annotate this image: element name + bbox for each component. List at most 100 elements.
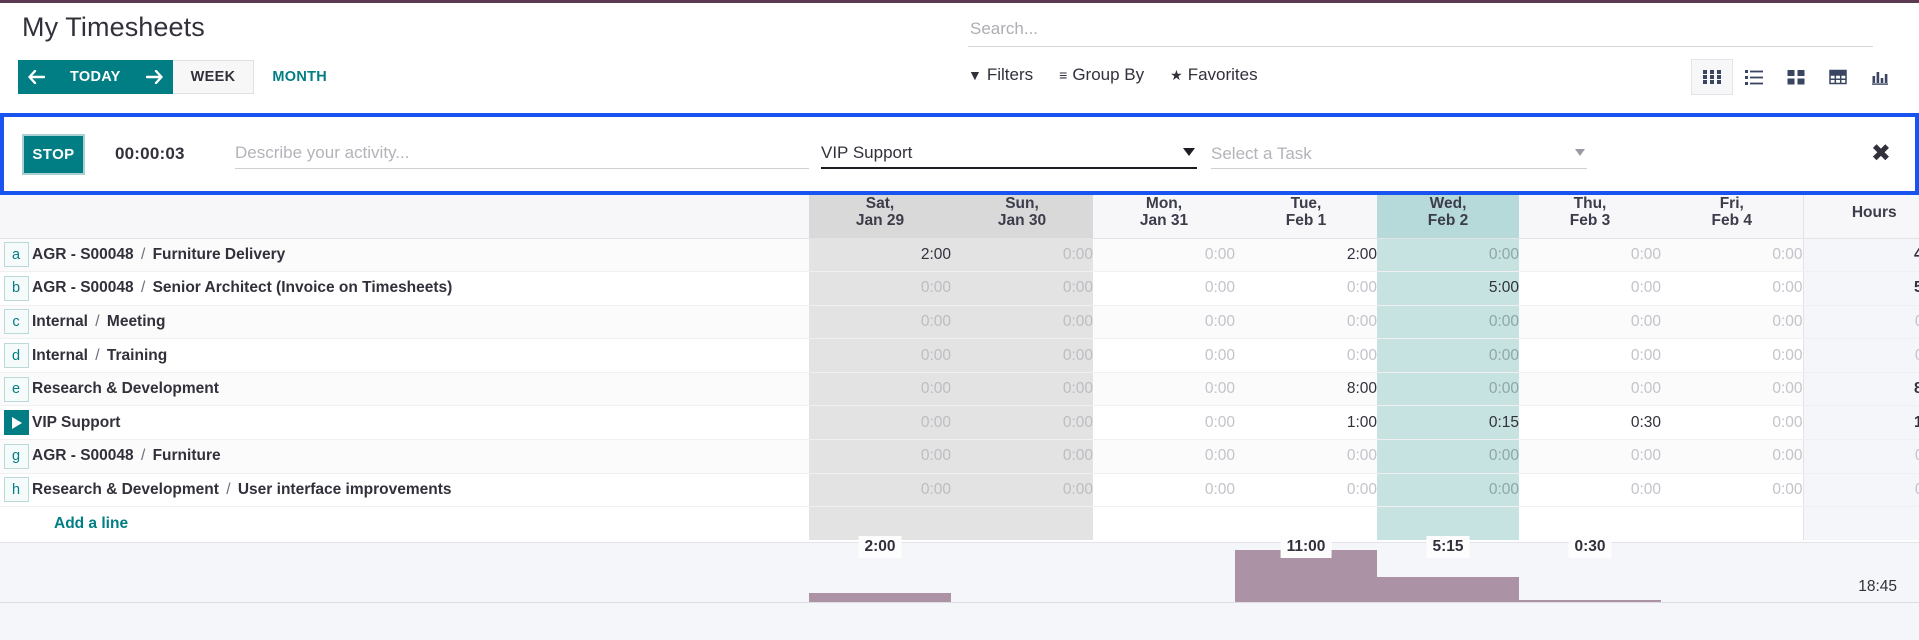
group-by-dropdown[interactable]: ≡ Group By bbox=[1059, 65, 1144, 85]
cell-sun[interactable]: 0:00 bbox=[951, 372, 1093, 406]
cell-mon[interactable]: 0:00 bbox=[1093, 440, 1235, 474]
play-timer-icon[interactable] bbox=[4, 410, 29, 435]
cell-tue[interactable]: 0:00 bbox=[1235, 473, 1377, 507]
task-select[interactable]: Select a Task bbox=[1211, 139, 1587, 169]
cell-wed[interactable]: 0:00 bbox=[1377, 238, 1519, 272]
cell-mon[interactable]: 0:00 bbox=[1093, 372, 1235, 406]
row-label-cell[interactable]: Internal / Training bbox=[32, 339, 809, 373]
header-name-col bbox=[32, 188, 809, 238]
cell-fri[interactable]: 0:00 bbox=[1661, 238, 1803, 272]
row-label-cell[interactable]: Research & Development bbox=[32, 372, 809, 406]
cell-thu[interactable]: 0:00 bbox=[1519, 372, 1661, 406]
cell-sun[interactable]: 0:00 bbox=[951, 238, 1093, 272]
row-label-cell[interactable]: AGR - S00048 / Furniture bbox=[32, 440, 809, 474]
cell-mon[interactable]: 0:00 bbox=[1093, 406, 1235, 440]
row-label-cell[interactable]: Research & Development / User interface … bbox=[32, 473, 809, 507]
cell-thu[interactable]: 0:00 bbox=[1519, 339, 1661, 373]
cell-fri[interactable]: 0:00 bbox=[1661, 339, 1803, 373]
cell-tue[interactable]: 0:00 bbox=[1235, 440, 1377, 474]
row-shortcut-badge[interactable]: g bbox=[4, 444, 29, 469]
cell-tue[interactable]: 1:00 bbox=[1235, 406, 1377, 440]
cell-wed[interactable]: 0:00 bbox=[1377, 440, 1519, 474]
cell-sun[interactable]: 0:00 bbox=[951, 339, 1093, 373]
search-input[interactable] bbox=[968, 13, 1873, 45]
cell-sat[interactable]: 0:00 bbox=[809, 440, 951, 474]
cell-fri[interactable]: 0:00 bbox=[1661, 372, 1803, 406]
cell-sat[interactable]: 0:00 bbox=[809, 339, 951, 373]
cell-sun[interactable]: 0:00 bbox=[951, 305, 1093, 339]
cell-tue[interactable]: 2:00 bbox=[1235, 238, 1377, 272]
cell-thu[interactable]: 0:00 bbox=[1519, 440, 1661, 474]
cell-wed[interactable]: 0:00 bbox=[1377, 372, 1519, 406]
kanban-view-button[interactable] bbox=[1775, 59, 1817, 95]
pivot-view-button[interactable] bbox=[1817, 59, 1859, 95]
next-period-button[interactable] bbox=[137, 60, 173, 94]
cell-sat[interactable]: 0:00 bbox=[809, 305, 951, 339]
cell-sat[interactable]: 2:00 bbox=[809, 238, 951, 272]
cell-mon[interactable]: 0:00 bbox=[1093, 339, 1235, 373]
row-shortcut-badge[interactable]: h bbox=[4, 477, 29, 502]
scale-month-button[interactable]: MONTH bbox=[254, 60, 345, 94]
header-day-fri: Fri,Feb 4 bbox=[1661, 188, 1803, 238]
row-shortcut-badge[interactable]: e bbox=[4, 377, 29, 402]
project-select[interactable]: VIP Support bbox=[821, 139, 1197, 169]
cell-fri[interactable]: 0:00 bbox=[1661, 272, 1803, 306]
cell-sat[interactable]: 0:00 bbox=[809, 473, 951, 507]
row-label-cell[interactable]: AGR - S00048 / Furniture Delivery bbox=[32, 238, 809, 272]
graph-view-button[interactable] bbox=[1859, 59, 1901, 95]
filters-dropdown[interactable]: ▼ Filters bbox=[968, 65, 1033, 85]
cell-thu[interactable]: 0:00 bbox=[1519, 272, 1661, 306]
cell-wed[interactable]: 0:00 bbox=[1377, 473, 1519, 507]
cell-thu[interactable]: 0:30 bbox=[1519, 406, 1661, 440]
cell-sat[interactable]: 0:00 bbox=[809, 272, 951, 306]
cell-fri[interactable]: 0:00 bbox=[1661, 440, 1803, 474]
cell-sun[interactable]: 0:00 bbox=[951, 272, 1093, 306]
cell-tue[interactable]: 0:00 bbox=[1235, 272, 1377, 306]
cell-thu[interactable]: 0:00 bbox=[1519, 238, 1661, 272]
cell-fri[interactable]: 0:00 bbox=[1661, 473, 1803, 507]
cell-wed[interactable]: 0:15 bbox=[1377, 406, 1519, 440]
cell-mon[interactable]: 0:00 bbox=[1093, 305, 1235, 339]
favorites-dropdown[interactable]: ★ Favorites bbox=[1170, 65, 1257, 85]
cell-mon[interactable]: 0:00 bbox=[1093, 238, 1235, 272]
cell-tue[interactable]: 8:00 bbox=[1235, 372, 1377, 406]
grid-view-button[interactable] bbox=[1691, 59, 1733, 95]
row-separator: / bbox=[134, 246, 153, 263]
cell-tue[interactable]: 0:00 bbox=[1235, 339, 1377, 373]
row-shortcut-badge[interactable]: d bbox=[4, 343, 29, 368]
row-shortcut-badge[interactable]: a bbox=[4, 242, 29, 267]
chevron-down-icon-task[interactable] bbox=[1575, 149, 1585, 156]
cell-sun[interactable]: 0:00 bbox=[951, 473, 1093, 507]
cell-sat[interactable]: 0:00 bbox=[809, 406, 951, 440]
today-button[interactable]: TODAY bbox=[54, 60, 137, 94]
row-shortcut-badge[interactable]: c bbox=[4, 309, 29, 334]
row-label-cell[interactable]: Internal / Meeting bbox=[32, 305, 809, 339]
list-view-button[interactable] bbox=[1733, 59, 1775, 95]
chevron-down-icon[interactable] bbox=[1183, 148, 1195, 156]
cell-thu[interactable]: 0:00 bbox=[1519, 473, 1661, 507]
cell-fri[interactable]: 0:00 bbox=[1661, 305, 1803, 339]
header-handle-col bbox=[0, 188, 32, 238]
cell-tue[interactable]: 0:00 bbox=[1235, 305, 1377, 339]
row-shortcut-badge[interactable]: b bbox=[4, 276, 29, 301]
row-label-cell[interactable]: AGR - S00048 / Senior Architect (Invoice… bbox=[32, 272, 809, 306]
add-line-cell[interactable]: Add a line bbox=[32, 507, 809, 541]
cell-wed[interactable]: 0:00 bbox=[1377, 305, 1519, 339]
cell-fri[interactable]: 0:00 bbox=[1661, 406, 1803, 440]
cell-sun[interactable]: 0:00 bbox=[951, 440, 1093, 474]
cell-sat[interactable]: 0:00 bbox=[809, 372, 951, 406]
add-a-line-button[interactable]: Add a line bbox=[32, 515, 128, 533]
stop-timer-button[interactable]: STOP bbox=[22, 134, 85, 175]
row-label-cell[interactable]: VIP Support bbox=[32, 406, 809, 440]
activity-description-input[interactable] bbox=[235, 139, 809, 167]
prev-period-button[interactable] bbox=[18, 60, 54, 94]
cell-wed[interactable]: 5:00 bbox=[1377, 272, 1519, 306]
cell-mon[interactable]: 0:00 bbox=[1093, 272, 1235, 306]
close-icon[interactable]: ✖ bbox=[1871, 142, 1891, 166]
cell-mon[interactable]: 0:00 bbox=[1093, 473, 1235, 507]
cell-thu[interactable]: 0:00 bbox=[1519, 305, 1661, 339]
scale-week-button[interactable]: WEEK bbox=[173, 60, 255, 94]
cell-sun[interactable]: 0:00 bbox=[951, 406, 1093, 440]
cell-wed[interactable]: 0:00 bbox=[1377, 339, 1519, 373]
add-line-handle-cell bbox=[0, 507, 32, 541]
